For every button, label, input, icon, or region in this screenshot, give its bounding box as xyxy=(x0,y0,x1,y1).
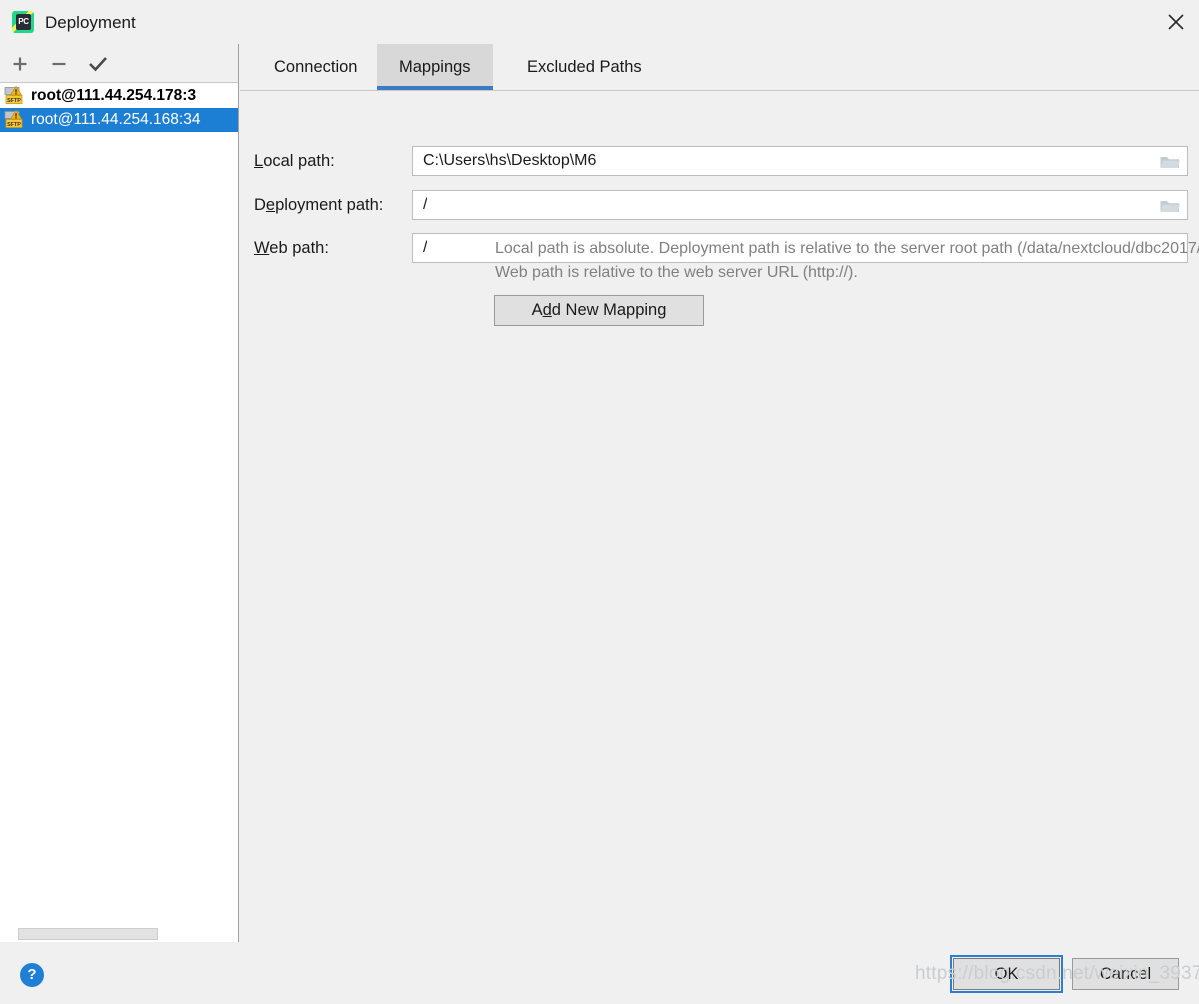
tab-mappings[interactable]: Mappings xyxy=(377,44,493,90)
folder-icon xyxy=(1160,201,1180,212)
list-item[interactable]: SFTP root@111.44.254.178:3 xyxy=(0,84,238,108)
close-icon xyxy=(1168,14,1184,30)
local-path-input[interactable]: C:\Users\hs\Desktop\M6 xyxy=(412,146,1188,176)
set-default-server-button[interactable] xyxy=(84,51,112,77)
plus-icon xyxy=(13,57,27,71)
minus-icon xyxy=(52,62,66,66)
scrollbar-thumb[interactable] xyxy=(18,928,158,940)
deployment-path-input[interactable]: / xyxy=(412,190,1188,220)
window-title: Deployment xyxy=(45,13,136,32)
server-list-panel: SFTP root@111.44.254.178:3 SFTP root@111… xyxy=(0,44,239,942)
cancel-button[interactable]: Cancel xyxy=(1072,958,1179,990)
local-path-browse-button[interactable] xyxy=(1159,153,1181,171)
pycharm-logo-text: PC xyxy=(16,14,31,30)
svg-text:SFTP: SFTP xyxy=(7,122,21,128)
help-button[interactable]: ? xyxy=(20,963,44,987)
deployment-path-browse-button[interactable] xyxy=(1159,197,1181,215)
folder-icon xyxy=(1160,157,1180,168)
tab-excluded-paths[interactable]: Excluded Paths xyxy=(505,44,664,90)
tab-bar: Connection Mappings Excluded Paths xyxy=(240,44,1199,91)
settings-panel: Connection Mappings Excluded Paths Local… xyxy=(240,44,1199,942)
web-path-value: / xyxy=(423,239,428,256)
mappings-description-line2: Web path is relative to the web server U… xyxy=(495,264,858,281)
server-list-horizontal-scrollbar[interactable] xyxy=(0,925,238,942)
web-path-label: Web path: xyxy=(254,239,329,257)
deployment-path-label: Deployment path: xyxy=(254,196,384,214)
server-list: SFTP root@111.44.254.178:3 SFTP root@111… xyxy=(0,84,238,132)
pycharm-logo-icon: PC xyxy=(12,11,34,33)
dialog-footer: ? OK Cancel xyxy=(0,942,1199,1004)
check-icon xyxy=(89,57,107,72)
tab-connection[interactable]: Connection xyxy=(252,44,379,90)
list-item-selected[interactable]: SFTP root@111.44.254.168:34 xyxy=(0,108,238,132)
remove-server-button[interactable] xyxy=(45,51,73,77)
server-list-toolbar xyxy=(0,44,238,83)
local-path-label: Local path: xyxy=(254,152,335,170)
mappings-description-line1: Local path is absolute. Deployment path … xyxy=(495,240,1199,257)
close-button[interactable] xyxy=(1153,0,1199,44)
sftp-server-icon: SFTP xyxy=(4,85,26,106)
ok-button[interactable]: OK xyxy=(950,955,1063,993)
title-bar: PC Deployment xyxy=(0,0,1199,44)
list-item-label: root@111.44.254.178:3 xyxy=(31,87,197,104)
sftp-server-icon: SFTP xyxy=(4,109,26,130)
add-server-button[interactable] xyxy=(6,51,34,77)
list-item-label: root@111.44.254.168:34 xyxy=(31,111,201,128)
add-new-mapping-button[interactable]: Add New Mapping xyxy=(494,295,704,326)
deployment-path-row: Deployment path: / xyxy=(240,190,1199,220)
deployment-path-value: / xyxy=(423,196,428,213)
local-path-row: Local path: C:\Users\hs\Desktop\M6 xyxy=(240,146,1199,176)
local-path-value: C:\Users\hs\Desktop\M6 xyxy=(423,152,597,169)
svg-text:SFTP: SFTP xyxy=(7,98,21,104)
